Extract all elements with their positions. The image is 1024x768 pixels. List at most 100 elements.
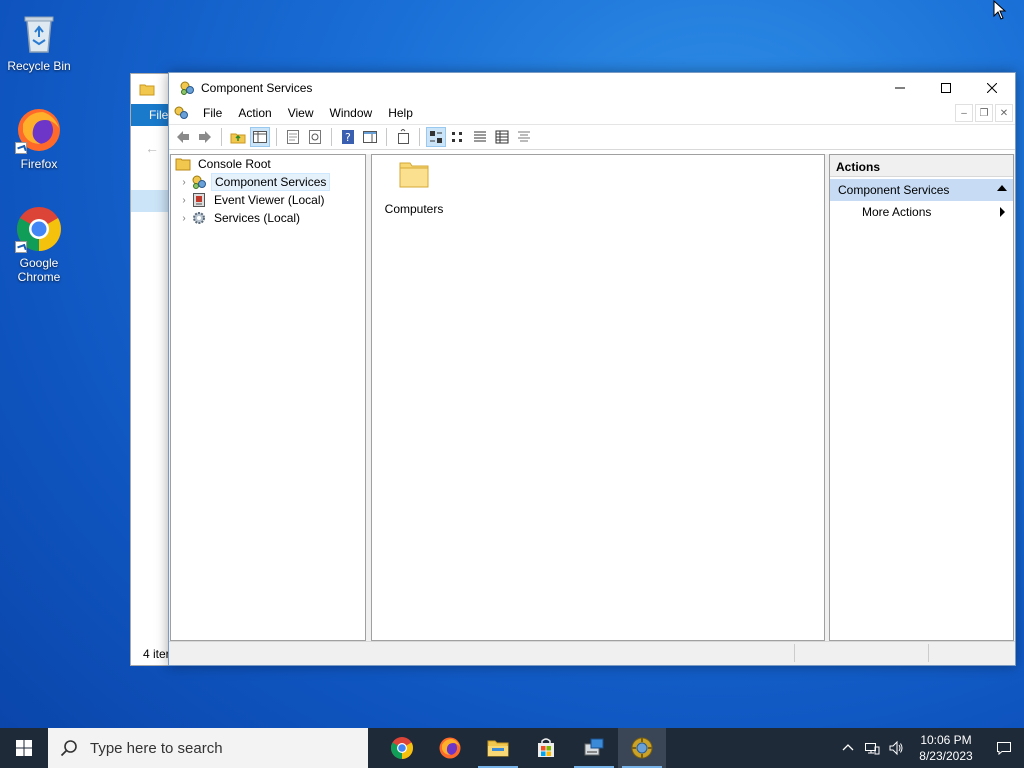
system-tray: 10:06 PM 8/23/2023 bbox=[836, 728, 1024, 768]
taskbar-component-services[interactable] bbox=[618, 728, 666, 768]
detail-view-button[interactable] bbox=[492, 127, 512, 147]
mdi-restore-button[interactable]: ❐ bbox=[975, 104, 993, 122]
component-services-window[interactable]: Component Services File Action View Wind… bbox=[168, 72, 1016, 666]
maximize-button[interactable] bbox=[923, 73, 969, 102]
expand-chevron-icon[interactable]: › bbox=[177, 195, 191, 206]
action-center-button[interactable] bbox=[984, 728, 1024, 768]
actions-header: Actions bbox=[830, 155, 1013, 177]
up-one-level-button[interactable] bbox=[228, 127, 248, 147]
start-button[interactable] bbox=[0, 728, 48, 768]
volume-tray-button[interactable] bbox=[884, 728, 908, 768]
forward-button[interactable] bbox=[195, 127, 215, 147]
export-list-button[interactable] bbox=[283, 127, 303, 147]
background-back-arrow-icon: ← bbox=[145, 140, 159, 156]
menu-file[interactable]: File bbox=[195, 102, 230, 124]
actions-section-component-services[interactable]: Component Services bbox=[830, 179, 1013, 201]
shortcut-arrow-icon bbox=[15, 241, 27, 253]
desktop-icon-firefox[interactable]: Firefox bbox=[1, 106, 77, 171]
taskbar-microsoft-store[interactable] bbox=[522, 728, 570, 768]
taskbar-search-box[interactable] bbox=[48, 728, 368, 768]
menu-window[interactable]: Window bbox=[322, 102, 381, 124]
desktop-icon-label: Google Chrome bbox=[17, 256, 61, 284]
results-pane[interactable]: Computers bbox=[371, 154, 825, 641]
window-title: Component Services bbox=[201, 80, 313, 95]
tree-item-services[interactable]: › Services (Local) bbox=[171, 209, 365, 227]
minimize-button[interactable] bbox=[877, 73, 923, 102]
collapse-triangle-icon[interactable] bbox=[997, 185, 1007, 191]
chevron-up-icon bbox=[842, 744, 854, 751]
new-window-button[interactable] bbox=[393, 127, 413, 147]
tree-item-component-services[interactable]: › Component Services bbox=[171, 173, 365, 191]
status-bar bbox=[169, 641, 1015, 665]
toolbar-separator bbox=[419, 128, 420, 146]
taskbar-clock[interactable]: 10:06 PM 8/23/2023 bbox=[908, 732, 984, 764]
background-status-text: 4 iter bbox=[143, 647, 170, 661]
network-tray-button[interactable] bbox=[860, 728, 884, 768]
show-hidden-icons-button[interactable] bbox=[836, 728, 860, 768]
new-window-icon bbox=[398, 129, 409, 144]
taskbar-firefox[interactable] bbox=[426, 728, 474, 768]
list-item-computers[interactable]: Computers bbox=[378, 159, 450, 216]
refresh-button[interactable] bbox=[305, 127, 325, 147]
list-view-button[interactable] bbox=[470, 127, 490, 147]
taskbar-server-manager[interactable] bbox=[570, 728, 618, 768]
action-pane-icon bbox=[363, 131, 377, 143]
component-services-icon bbox=[192, 175, 206, 189]
console-tree-icon bbox=[253, 131, 267, 143]
folder-icon bbox=[399, 162, 429, 188]
toolbar: ? bbox=[169, 124, 1015, 150]
mdi-close-button[interactable]: ✕ bbox=[995, 104, 1013, 122]
mdi-minimize-button[interactable]: – bbox=[955, 104, 973, 122]
actions-pane: Actions Component Services More Actions bbox=[829, 154, 1014, 641]
tree-item-console-root[interactable]: Console Root bbox=[171, 155, 365, 173]
submenu-arrow-icon bbox=[1000, 207, 1005, 217]
desktop-icon-label: Recycle Bin bbox=[7, 59, 71, 73]
taskbar-file-explorer[interactable] bbox=[474, 728, 522, 768]
console-tree-pane[interactable]: Console Root › Component Services › Even… bbox=[170, 154, 366, 641]
actions-section-label: Component Services bbox=[838, 183, 950, 197]
back-button[interactable] bbox=[173, 127, 193, 147]
refresh-icon bbox=[309, 130, 321, 144]
folder-up-icon bbox=[230, 133, 246, 144]
small-icons-view-button[interactable] bbox=[448, 127, 468, 147]
network-icon bbox=[865, 743, 880, 755]
menu-action[interactable]: Action bbox=[230, 102, 279, 124]
clock-date: 8/23/2023 bbox=[919, 749, 973, 763]
component-services-icon bbox=[180, 81, 194, 95]
action-more-actions[interactable]: More Actions bbox=[830, 201, 1013, 223]
show-hide-console-tree-button[interactable] bbox=[250, 127, 270, 147]
folder-icon bbox=[175, 158, 191, 171]
forward-arrow-icon bbox=[199, 131, 211, 143]
taskbar-chrome[interactable] bbox=[378, 728, 426, 768]
taskbar-apps bbox=[378, 728, 666, 768]
desktop-icon-chrome[interactable]: Google Chrome bbox=[1, 205, 77, 284]
help-button[interactable]: ? bbox=[338, 127, 358, 147]
large-icons-view-button[interactable] bbox=[426, 127, 446, 147]
search-input[interactable] bbox=[90, 739, 350, 757]
event-viewer-icon bbox=[193, 193, 205, 207]
firefox-icon bbox=[439, 737, 461, 759]
file-explorer-icon bbox=[487, 740, 509, 757]
expand-chevron-icon[interactable]: › bbox=[177, 177, 191, 188]
window-titlebar[interactable]: Component Services bbox=[169, 73, 1015, 102]
close-button[interactable] bbox=[969, 73, 1015, 102]
menu-view[interactable]: View bbox=[280, 102, 322, 124]
list-view-icon bbox=[474, 131, 486, 142]
menu-help[interactable]: Help bbox=[380, 102, 421, 124]
list-item-label: Computers bbox=[384, 202, 444, 216]
expand-chevron-icon[interactable]: › bbox=[177, 213, 191, 224]
gear-icon bbox=[193, 212, 205, 224]
console-menu-icon[interactable] bbox=[173, 105, 189, 121]
toolbar-separator bbox=[386, 128, 387, 146]
toolbar-separator bbox=[331, 128, 332, 146]
tree-item-event-viewer[interactable]: › Event Viewer (Local) bbox=[171, 191, 365, 209]
filter-view-button[interactable] bbox=[514, 127, 534, 147]
desktop-icon-label: Firefox bbox=[20, 157, 58, 171]
show-hide-action-pane-button[interactable] bbox=[360, 127, 380, 147]
toolbar-separator bbox=[276, 128, 277, 146]
search-icon bbox=[60, 740, 77, 757]
desktop-icon-recycle-bin[interactable]: Recycle Bin bbox=[1, 8, 77, 73]
toolbar-separator bbox=[221, 128, 222, 146]
svg-text:?: ? bbox=[345, 131, 351, 144]
detail-view-icon bbox=[495, 130, 509, 144]
